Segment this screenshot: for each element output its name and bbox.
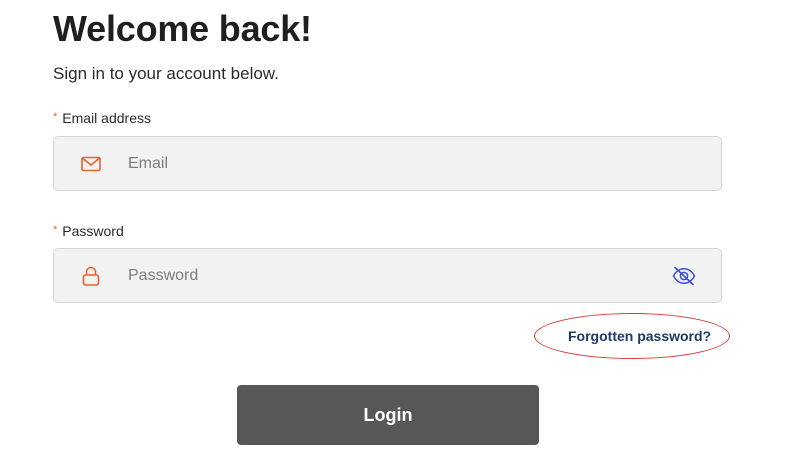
lock-icon xyxy=(81,266,101,286)
password-field[interactable] xyxy=(53,248,722,303)
password-input[interactable] xyxy=(128,249,648,302)
envelope-icon xyxy=(81,154,101,174)
password-label-text: Password xyxy=(62,223,124,239)
required-asterisk: * xyxy=(53,224,58,236)
email-field[interactable] xyxy=(53,136,722,191)
email-label-text: Email address xyxy=(62,110,151,126)
required-asterisk: * xyxy=(53,111,58,123)
login-button[interactable]: Login xyxy=(237,385,539,445)
eye-slash-icon[interactable] xyxy=(671,265,697,287)
password-label: * Password xyxy=(53,223,124,239)
email-input[interactable] xyxy=(128,137,648,190)
email-label: * Email address xyxy=(53,110,151,126)
page-title: Welcome back! xyxy=(53,8,312,49)
forgot-password-link[interactable]: Forgotten password? xyxy=(568,328,711,344)
forgot-password-area: Forgotten password? xyxy=(534,313,734,361)
page-subtitle: Sign in to your account below. xyxy=(53,64,279,83)
